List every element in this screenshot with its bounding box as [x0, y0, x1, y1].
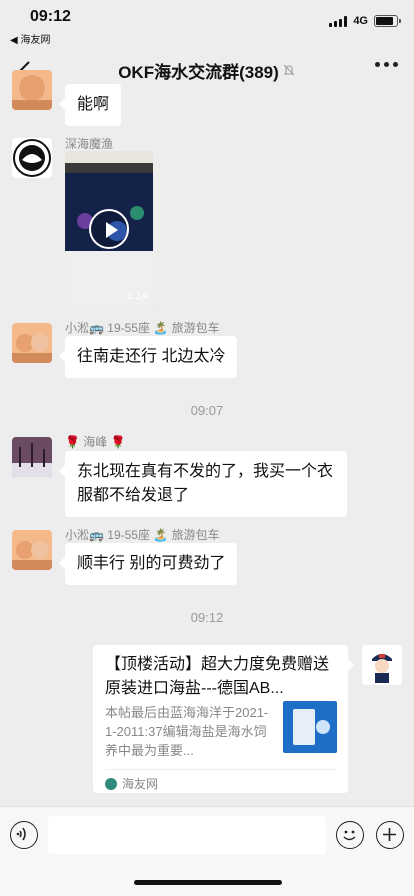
message-bubble: 能啊: [58, 84, 122, 126]
chat-title: OKF海水交流群(389): [118, 62, 279, 82]
message-input[interactable]: [48, 816, 326, 854]
home-indicator: [134, 880, 282, 885]
voice-icon: [16, 827, 26, 841]
signal-icon: [329, 15, 348, 27]
source-app-icon: [105, 777, 117, 790]
status-time: 09:12: [30, 8, 71, 25]
video-duration: 1:14: [126, 290, 148, 302]
message-bubble: 顺丰行 别的可费劲了: [58, 543, 238, 585]
avatar[interactable]: [12, 323, 52, 363]
message-text: 东北现在真有不发的了，我买一个衣服都不给发退了: [77, 463, 334, 504]
message-text: 能啊: [77, 96, 110, 113]
sender-name: 小淞🚌 19-55座 🏝️ 旅游包车: [65, 321, 220, 335]
message-bubble: 东北现在真有不发的了，我买一个衣服都不给发退了: [59, 451, 347, 517]
card-source: 海友网: [105, 775, 158, 792]
sender-name: 深海魔渔: [65, 137, 114, 151]
more-options-button[interactable]: [375, 62, 398, 67]
emoji-button[interactable]: [336, 821, 364, 849]
more-actions-button[interactable]: [376, 821, 404, 849]
card-title: 【顶楼活动】超大力度免费赠送原装进口海盐---德国AB...: [105, 656, 330, 697]
message-text: 顺丰行 别的可费劲了: [77, 555, 226, 572]
bell-off-icon: [283, 64, 295, 76]
sender-name: 🌹 海峰 🌹: [65, 435, 126, 449]
video-message[interactable]: 1:14: [65, 151, 153, 306]
play-icon[interactable]: [89, 209, 129, 249]
timestamp-divider: 09:07: [190, 403, 224, 418]
battery-icon: [374, 15, 401, 27]
plus-icon: [383, 828, 396, 841]
avatar[interactable]: [12, 530, 52, 570]
message-text: 往南走还行 北边太冷: [77, 348, 226, 365]
smiley-icon: [343, 830, 356, 841]
network-type: 4G: [353, 15, 368, 27]
card-thumbnail: [283, 701, 337, 753]
avatar[interactable]: [362, 645, 402, 685]
message-bubble: 往南走还行 北边太冷: [58, 336, 238, 378]
status-indicators: 4G: [329, 15, 401, 27]
link-card[interactable]: 【顶楼活动】超大力度免费赠送原装进口海盐---德国AB... 本帖最后由蓝海海洋…: [93, 645, 354, 793]
avatar[interactable]: [12, 70, 52, 110]
voice-input-button[interactable]: [10, 821, 38, 849]
battery-level: [376, 17, 393, 25]
chat-header: OKF海水交流群(389): [0, 44, 414, 96]
status-bar: 09:12 ◀ 海友网 4G: [0, 0, 414, 46]
timestamp-divider: 09:12: [190, 610, 224, 625]
avatar[interactable]: [12, 437, 52, 477]
card-description: 本帖最后由蓝海海洋于2021-1-2011:37编辑海盐是海水饲养中最为重要..…: [105, 705, 269, 758]
sender-name: 小淞🚌 19-55座 🏝️ 旅游包车: [65, 528, 220, 542]
card-source-name: 海友网: [122, 777, 159, 791]
card-divider: [105, 769, 336, 770]
avatar[interactable]: [12, 138, 52, 178]
